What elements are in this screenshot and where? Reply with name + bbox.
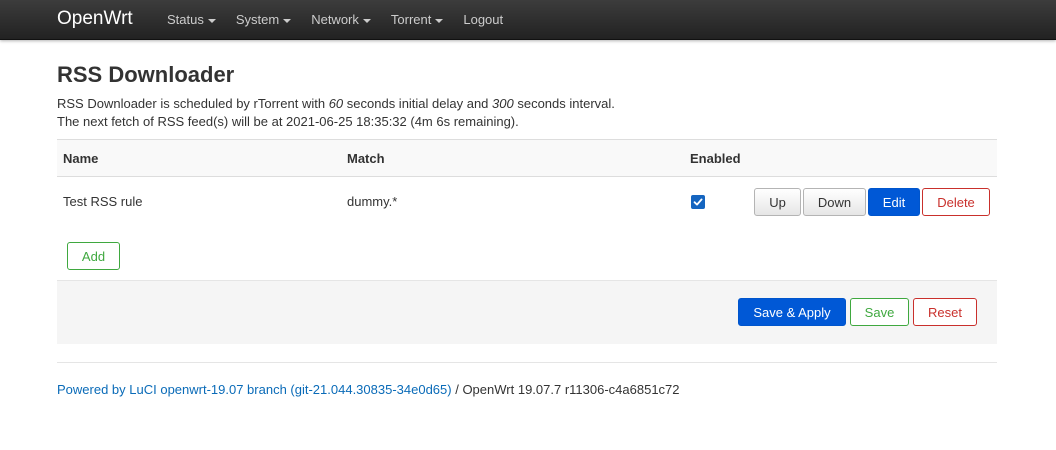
page-description: RSS Downloader is scheduled by rTorrent … — [57, 95, 615, 131]
top-navbar: OpenWrt Status System Network Torrent Lo… — [0, 0, 1056, 40]
menu-status[interactable]: Status — [157, 0, 226, 40]
delete-button[interactable]: Delete — [922, 188, 990, 216]
rss-rules-table: Name Match Enabled Test RSS rule dummy.*… — [57, 139, 997, 270]
page-title: RSS Downloader — [57, 62, 235, 87]
header-name: Name — [63, 151, 99, 166]
menu-system-label: System — [235, 12, 280, 27]
rule-match: dummy.* — [347, 194, 398, 209]
caret-down-icon — [207, 18, 216, 23]
enabled-checkbox[interactable] — [691, 195, 705, 209]
luci-link[interactable]: Powered by LuCI openwrt-19.07 branch (gi… — [57, 382, 452, 397]
initial-delay-value: 60 — [328, 96, 344, 111]
next-fetch-info: The next fetch of RSS feed(s) will be at… — [57, 114, 519, 129]
menu-logout[interactable]: Logout — [453, 0, 513, 40]
desc-text-3: seconds interval. — [513, 96, 615, 111]
caret-down-icon — [362, 18, 371, 23]
header-enabled: Enabled — [690, 151, 741, 166]
menu-system[interactable]: System — [226, 0, 301, 40]
interval-value: 300 — [492, 96, 514, 111]
menu-torrent-label: Torrent — [390, 12, 432, 27]
footer: Powered by LuCI openwrt-19.07 branch (gi… — [57, 381, 680, 399]
caret-down-icon — [435, 18, 444, 23]
brand-logo[interactable]: OpenWrt — [57, 8, 133, 30]
header-match: Match — [347, 151, 385, 166]
footer-divider — [57, 362, 997, 363]
reset-button[interactable]: Reset — [913, 298, 977, 326]
move-down-button[interactable]: Down — [803, 188, 866, 216]
table-header: Name Match Enabled — [57, 139, 997, 177]
checkmark-icon — [693, 198, 703, 206]
openwrt-version: / OpenWrt 19.07.7 r11306-c4a6851c72 — [451, 382, 680, 397]
rule-name: Test RSS rule — [63, 194, 143, 209]
desc-text-1: RSS Downloader is scheduled by rTorrent … — [57, 96, 329, 111]
add-button[interactable]: Add — [67, 242, 120, 270]
edit-button[interactable]: Edit — [868, 188, 920, 216]
move-up-button[interactable]: Up — [754, 188, 801, 216]
caret-down-icon — [283, 18, 292, 23]
menu-logout-label: Logout — [463, 12, 504, 27]
table-row: Test RSS rule dummy.* Up Down Edit Delet… — [57, 177, 997, 227]
menu-network-label: Network — [311, 12, 359, 27]
main-menu: Status System Network Torrent Logout — [157, 0, 513, 40]
form-actions: Save & Apply Save Reset — [57, 280, 997, 344]
desc-text-2: seconds initial delay and — [343, 96, 493, 111]
save-button[interactable]: Save — [850, 298, 909, 326]
save-apply-button[interactable]: Save & Apply — [738, 298, 846, 326]
menu-torrent[interactable]: Torrent — [381, 0, 453, 40]
menu-status-label: Status — [167, 12, 204, 27]
menu-network[interactable]: Network — [301, 0, 381, 40]
schedule-description: RSS Downloader is scheduled by rTorrent … — [57, 95, 615, 113]
